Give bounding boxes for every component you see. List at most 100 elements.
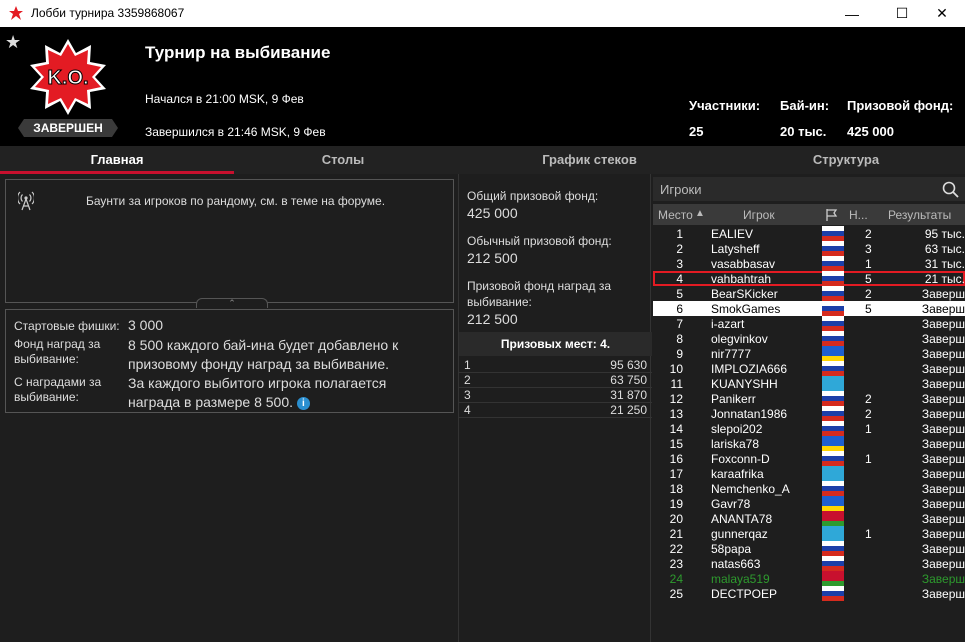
country-flag-icon bbox=[822, 586, 844, 601]
player-knockouts: 2 bbox=[865, 392, 872, 406]
player-result: Заверш bbox=[921, 362, 965, 376]
player-place: 24 bbox=[669, 572, 683, 586]
bounty-value-row: За каждого выбитого игрока полагается на… bbox=[128, 374, 428, 412]
tab-main[interactable]: Главная bbox=[0, 146, 234, 174]
close-button[interactable]: ✕ bbox=[919, 0, 965, 27]
player-row[interactable]: 21 gunnerqaz 1 Заверш bbox=[653, 526, 965, 541]
player-result: Заверш bbox=[921, 497, 965, 511]
end-time: Завершился в 21:46 MSK, 9 Фев bbox=[145, 125, 326, 139]
player-row[interactable]: 9 nir7777 Заверш bbox=[653, 346, 965, 361]
player-row[interactable]: 4 vahbahtrah 5 21 тыс. bbox=[653, 271, 965, 286]
player-row[interactable]: 15 lariska78 Заверш bbox=[653, 436, 965, 451]
total-prize-label: Общий призовой фонд: bbox=[467, 189, 599, 203]
player-result: Заверш bbox=[921, 527, 965, 541]
regular-prize-label: Обычный призовой фонд: bbox=[467, 234, 612, 248]
player-name: lariska78 bbox=[711, 437, 760, 451]
place-prize: 31 870 bbox=[610, 388, 647, 402]
player-place: 5 bbox=[676, 287, 683, 301]
country-flag-icon bbox=[822, 406, 844, 421]
country-flag-icon bbox=[822, 526, 844, 541]
starting-chips-value: 3 000 bbox=[128, 317, 164, 333]
player-name: olegvinkov bbox=[711, 332, 768, 346]
player-result: Заверш bbox=[921, 332, 965, 346]
player-row[interactable]: 20 ANANTA78 Заверш bbox=[653, 511, 965, 526]
player-place: 12 bbox=[669, 392, 683, 406]
player-row[interactable]: 7 i-azart Заверш bbox=[653, 316, 965, 331]
player-place: 7 bbox=[676, 317, 683, 331]
country-flag-icon bbox=[822, 271, 844, 286]
bounty-pool-value: 8 500 каждого бай-ина будет добавлено к … bbox=[128, 337, 399, 372]
player-name: DECTPOEP bbox=[711, 587, 778, 601]
player-row[interactable]: 18 Nemchenko_A Заверш bbox=[653, 481, 965, 496]
bounty-label: С наградами за выбивание: bbox=[14, 375, 102, 404]
minimize-button[interactable]: — bbox=[829, 0, 875, 27]
player-place: 6 bbox=[676, 302, 683, 316]
sort-up-icon[interactable]: ▲ bbox=[695, 208, 705, 219]
country-flag-icon bbox=[822, 346, 844, 361]
participants-label: Участники: bbox=[689, 98, 761, 113]
player-place: 21 bbox=[669, 527, 683, 541]
place-number: 3 bbox=[464, 388, 471, 402]
player-row[interactable]: 11 KUANYSHH Заверш bbox=[653, 376, 965, 391]
col-player[interactable]: Игрок bbox=[743, 208, 775, 222]
country-flag-icon bbox=[822, 391, 844, 406]
player-result: Заверш bbox=[921, 557, 965, 571]
flag-column-icon[interactable] bbox=[825, 208, 839, 222]
player-result: Заверш bbox=[921, 467, 965, 481]
player-place: 10 bbox=[669, 362, 683, 376]
player-row[interactable]: 16 Foxconn-D 1 Заверш bbox=[653, 451, 965, 466]
players-table-header: Место ▲ Игрок Н... Результаты bbox=[653, 204, 965, 225]
player-name: vahbahtrah bbox=[711, 272, 772, 286]
player-place: 11 bbox=[670, 377, 683, 391]
place-prize: 21 250 bbox=[610, 403, 647, 417]
player-row[interactable]: 6 SmokGames 5 Заверш bbox=[653, 301, 965, 316]
prize-places-header: Призовых мест: 4. bbox=[459, 332, 652, 356]
player-row[interactable]: 25 DECTPOEP Заверш bbox=[653, 586, 965, 601]
player-result: Заверш bbox=[921, 587, 965, 601]
prize-place-row: 4 21 250 bbox=[459, 403, 652, 418]
player-result: Заверш bbox=[921, 302, 965, 316]
col-results[interactable]: Результаты bbox=[888, 208, 951, 222]
player-row[interactable]: 2 Latysheff 3 63 тыс. bbox=[653, 241, 965, 256]
player-row[interactable]: 23 natas663 Заверш bbox=[653, 556, 965, 571]
player-name: BearSKicker bbox=[711, 287, 778, 301]
players-panel: Игроки Место ▲ Игрок Н... Результаты 1 EA… bbox=[653, 174, 965, 642]
player-place: 4 bbox=[676, 272, 683, 286]
player-row[interactable]: 14 slepoi202 1 Заверш bbox=[653, 421, 965, 436]
player-row[interactable]: 17 karaafrika Заверш bbox=[653, 466, 965, 481]
player-row[interactable]: 12 Panikerr 2 Заверш bbox=[653, 391, 965, 406]
players-search[interactable]: Игроки bbox=[653, 177, 965, 201]
player-knockouts: 2 bbox=[865, 287, 872, 301]
player-row[interactable]: 8 olegvinkov Заверш bbox=[653, 331, 965, 346]
player-row[interactable]: 3 vasabbasav 1 31 тыс. bbox=[653, 256, 965, 271]
player-result: Заверш bbox=[921, 482, 965, 496]
player-row[interactable]: 22 58papa Заверш bbox=[653, 541, 965, 556]
info-icon[interactable]: i bbox=[296, 396, 310, 410]
tab-tables[interactable]: Столы bbox=[234, 146, 452, 174]
tab-structure[interactable]: Структура bbox=[727, 146, 965, 174]
collapse-chevron-icon[interactable]: ⌃ bbox=[196, 298, 268, 308]
player-name: ANANTA78 bbox=[711, 512, 773, 526]
country-flag-icon bbox=[822, 316, 844, 331]
player-row[interactable]: 24 malaya519 Заверш bbox=[653, 571, 965, 586]
player-name: natas663 bbox=[711, 557, 761, 571]
tab-stack-chart[interactable]: График стеков bbox=[452, 146, 727, 174]
country-flag-icon bbox=[822, 376, 844, 391]
player-row[interactable]: 1 EALIEV 2 95 тыс. bbox=[653, 226, 965, 241]
player-row[interactable]: 10 IMPLOZIA666 Заверш bbox=[653, 361, 965, 376]
player-result: Заверш bbox=[921, 392, 965, 406]
player-row[interactable]: 5 BearSKicker 2 Заверш bbox=[653, 286, 965, 301]
player-name: karaafrika bbox=[711, 467, 764, 481]
search-icon[interactable] bbox=[942, 181, 959, 198]
prize-place-row: 2 63 750 bbox=[459, 373, 652, 388]
player-row[interactable]: 13 Jonnatan1986 2 Заверш bbox=[653, 406, 965, 421]
favorite-star-icon[interactable]: ★ bbox=[5, 32, 21, 53]
col-place[interactable]: Место bbox=[658, 208, 693, 222]
tournament-title: Турнир на выбивание bbox=[145, 43, 331, 62]
prize-label: Призовой фонд: bbox=[847, 98, 954, 113]
col-knockouts[interactable]: Н... bbox=[849, 208, 868, 222]
player-row[interactable]: 19 Gavr78 Заверш bbox=[653, 496, 965, 511]
pokerstars-logo-icon bbox=[9, 6, 23, 20]
place-number: 1 bbox=[464, 358, 471, 372]
player-knockouts: 1 bbox=[865, 422, 872, 436]
